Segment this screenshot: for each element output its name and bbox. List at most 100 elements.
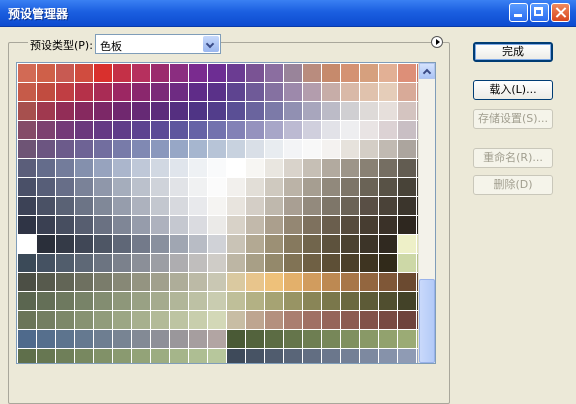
color-swatch[interactable] [360, 83, 378, 101]
color-swatch[interactable] [303, 330, 321, 348]
color-swatch[interactable] [227, 292, 245, 310]
color-swatch[interactable] [189, 197, 207, 215]
color-swatch[interactable] [360, 292, 378, 310]
color-swatch[interactable] [189, 83, 207, 101]
color-swatch[interactable] [322, 197, 340, 215]
color-swatch[interactable] [75, 121, 93, 139]
color-swatch[interactable] [170, 330, 188, 348]
color-swatch[interactable] [341, 64, 359, 82]
color-swatch[interactable] [227, 159, 245, 177]
color-swatch[interactable] [151, 216, 169, 234]
color-swatch[interactable] [398, 102, 416, 120]
color-swatch[interactable] [341, 140, 359, 158]
color-swatch[interactable] [398, 311, 416, 329]
color-swatch[interactable] [341, 83, 359, 101]
color-swatch[interactable] [208, 330, 226, 348]
color-swatch[interactable] [189, 330, 207, 348]
color-swatch[interactable] [189, 216, 207, 234]
color-swatch[interactable] [170, 83, 188, 101]
color-swatch[interactable] [303, 235, 321, 253]
load-button[interactable]: 载入(L)... [473, 80, 553, 100]
color-swatch[interactable] [56, 254, 74, 272]
color-swatch[interactable] [132, 349, 150, 363]
color-swatch[interactable] [170, 159, 188, 177]
color-swatch[interactable] [265, 235, 283, 253]
color-swatch[interactable] [360, 254, 378, 272]
color-swatch[interactable] [246, 121, 264, 139]
color-swatch[interactable] [132, 292, 150, 310]
color-swatch[interactable] [132, 102, 150, 120]
color-swatch[interactable] [151, 83, 169, 101]
color-swatch[interactable] [379, 159, 397, 177]
color-swatch[interactable] [227, 254, 245, 272]
color-swatch[interactable] [18, 273, 36, 291]
color-swatch[interactable] [208, 178, 226, 196]
color-swatch[interactable] [379, 349, 397, 363]
color-swatch[interactable] [227, 140, 245, 158]
minimize-button[interactable] [509, 3, 528, 22]
color-swatch[interactable] [322, 64, 340, 82]
color-swatch[interactable] [37, 349, 55, 363]
color-swatch[interactable] [303, 349, 321, 363]
color-swatch[interactable] [303, 197, 321, 215]
color-swatch[interactable] [265, 64, 283, 82]
color-swatch[interactable] [379, 64, 397, 82]
color-swatch[interactable] [132, 235, 150, 253]
color-swatch[interactable] [284, 64, 302, 82]
color-swatch[interactable] [360, 64, 378, 82]
color-swatch[interactable] [265, 178, 283, 196]
color-swatch[interactable] [151, 64, 169, 82]
color-swatch[interactable] [379, 216, 397, 234]
color-swatch[interactable] [398, 235, 416, 253]
color-swatch[interactable] [284, 121, 302, 139]
scroll-up-arrow-icon[interactable] [419, 63, 435, 79]
color-swatch[interactable] [113, 349, 131, 363]
color-swatch[interactable] [265, 197, 283, 215]
color-swatch[interactable] [303, 64, 321, 82]
color-swatch[interactable] [265, 349, 283, 363]
color-swatch[interactable] [56, 121, 74, 139]
color-swatch[interactable] [208, 159, 226, 177]
color-swatch[interactable] [75, 349, 93, 363]
color-swatch[interactable] [113, 140, 131, 158]
color-swatch[interactable] [189, 311, 207, 329]
color-swatch[interactable] [151, 254, 169, 272]
color-swatch[interactable] [75, 64, 93, 82]
color-swatch[interactable] [151, 311, 169, 329]
color-swatch[interactable] [246, 235, 264, 253]
color-swatch[interactable] [208, 235, 226, 253]
color-swatch[interactable] [246, 273, 264, 291]
color-swatch[interactable] [113, 121, 131, 139]
color-swatch[interactable] [75, 102, 93, 120]
color-swatch[interactable] [265, 102, 283, 120]
color-swatch[interactable] [398, 64, 416, 82]
color-swatch[interactable] [284, 311, 302, 329]
color-swatch[interactable] [18, 178, 36, 196]
color-swatch[interactable] [265, 254, 283, 272]
color-swatch[interactable] [75, 178, 93, 196]
color-swatch[interactable] [113, 254, 131, 272]
color-swatch[interactable] [208, 216, 226, 234]
color-swatch[interactable] [227, 83, 245, 101]
color-swatch[interactable] [398, 178, 416, 196]
color-swatch[interactable] [37, 330, 55, 348]
color-swatch[interactable] [246, 178, 264, 196]
color-swatch[interactable] [322, 311, 340, 329]
color-swatch[interactable] [227, 273, 245, 291]
color-swatch[interactable] [227, 102, 245, 120]
color-swatch[interactable] [398, 273, 416, 291]
color-swatch[interactable] [360, 216, 378, 234]
color-swatch[interactable] [360, 159, 378, 177]
color-swatch[interactable] [265, 216, 283, 234]
color-swatch[interactable] [94, 159, 112, 177]
color-swatch[interactable] [322, 216, 340, 234]
color-swatch[interactable] [56, 273, 74, 291]
color-swatch[interactable] [189, 102, 207, 120]
color-swatch[interactable] [18, 64, 36, 82]
color-swatch[interactable] [170, 349, 188, 363]
color-swatch[interactable] [284, 178, 302, 196]
color-swatch[interactable] [56, 349, 74, 363]
color-swatch[interactable] [170, 121, 188, 139]
color-swatch[interactable] [227, 330, 245, 348]
color-swatch[interactable] [132, 273, 150, 291]
